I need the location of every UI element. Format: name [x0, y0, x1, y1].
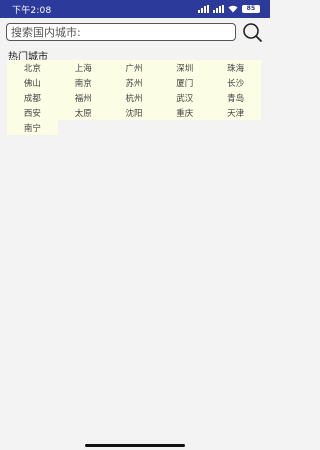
city-item[interactable]: 重庆 [159, 105, 211, 120]
city-item[interactable]: 北京 [7, 60, 58, 75]
search-icon [243, 23, 262, 42]
city-item[interactable]: 佛山 [7, 75, 58, 90]
city-item[interactable]: 广州 [108, 60, 160, 75]
city-item[interactable]: 珠海 [210, 60, 261, 75]
city-item[interactable]: 福州 [57, 90, 109, 105]
status-icons: 85 [198, 5, 260, 13]
city-item[interactable]: 青岛 [210, 90, 261, 105]
city-item[interactable]: 成都 [7, 90, 58, 105]
hot-cities-grid: 北京 上海 广州 深圳 珠海佛山 南京 苏州 厦门 长沙成都 福州 杭州 武汉 青岛西安 太原 沈阳 重庆 天津… [7, 60, 261, 135]
city-item[interactable]: 长沙 [210, 75, 261, 90]
city-item[interactable]: 苏州 [108, 75, 160, 90]
city-item[interactable]: 深圳 [159, 60, 211, 75]
battery-icon: 85 [242, 5, 260, 13]
screen: 下午2:08 85 热门城市 北京上海广州深圳珠海佛山南京苏州厦门长沙成 [0, 0, 270, 450]
city-item[interactable]: 南宁 [7, 120, 58, 135]
city-item[interactable]: 上海 [57, 60, 109, 75]
search-row [0, 18, 270, 46]
signal-icon [198, 5, 209, 13]
city-item[interactable]: 西安 [7, 105, 58, 120]
city-item[interactable]: 厦门 [159, 75, 211, 90]
wifi-icon [228, 5, 238, 13]
city-item[interactable]: 沈阳 [108, 105, 160, 120]
search-input[interactable] [6, 23, 236, 41]
city-item[interactable]: 南京 [57, 75, 109, 90]
signal-icon-2 [213, 5, 224, 13]
search-button[interactable] [241, 21, 263, 43]
battery-level: 85 [246, 5, 256, 12]
status-time: 下午2:08 [12, 5, 52, 16]
status-bar: 下午2:08 85 [0, 0, 270, 18]
city-item[interactable]: 天津 [210, 105, 261, 120]
city-item[interactable]: 杭州 [108, 90, 160, 105]
home-indicator[interactable] [85, 444, 185, 447]
city-item[interactable]: 太原 [57, 105, 109, 120]
city-item[interactable]: 武汉 [159, 90, 211, 105]
